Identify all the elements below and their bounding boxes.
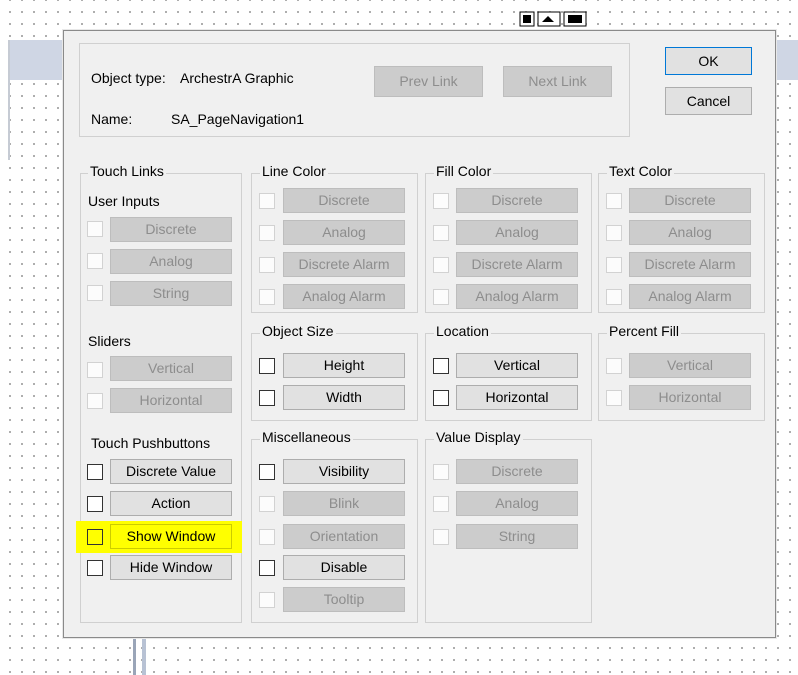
sliders-vertical-checkbox[interactable] xyxy=(87,362,103,378)
fill-color-discrete-alarm-checkbox[interactable] xyxy=(433,257,449,273)
toolbar-icons[interactable] xyxy=(518,8,598,30)
orientation-checkbox[interactable] xyxy=(259,529,275,545)
text-color-discrete-alarm-checkbox[interactable] xyxy=(606,257,622,273)
line-color-analog-button[interactable]: Analog xyxy=(283,220,405,245)
user-inputs-string-button[interactable]: String xyxy=(110,281,232,306)
sliders-vertical-button[interactable]: Vertical xyxy=(110,356,232,381)
location-horizontal-checkbox[interactable] xyxy=(433,390,449,406)
location-horizontal-button[interactable]: Horizontal xyxy=(456,385,578,410)
percent-fill-horizontal-checkbox[interactable] xyxy=(606,390,622,406)
line-color-discrete-button[interactable]: Discrete xyxy=(283,188,405,213)
user-inputs-title: User Inputs xyxy=(88,193,160,209)
touch-links-title: Touch Links xyxy=(88,162,166,180)
discrete-value-checkbox[interactable] xyxy=(87,464,103,480)
visibility-checkbox[interactable] xyxy=(259,464,275,480)
disable-checkbox[interactable] xyxy=(259,560,275,576)
line-color-analog-alarm-button[interactable]: Analog Alarm xyxy=(283,284,405,309)
show-window-button[interactable]: Show Window xyxy=(110,524,232,549)
tooltip-button[interactable]: Tooltip xyxy=(283,587,405,612)
canvas-vertical-guide-2 xyxy=(142,636,146,675)
text-color-analog-alarm-checkbox[interactable] xyxy=(606,289,622,305)
miscellaneous-title: Miscellaneous xyxy=(260,428,353,446)
touch-pushbuttons-title: Touch Pushbuttons xyxy=(91,435,211,451)
value-display-analog-checkbox[interactable] xyxy=(433,496,449,512)
user-inputs-analog-checkbox[interactable] xyxy=(87,253,103,269)
ok-button[interactable]: OK xyxy=(665,47,752,75)
object-size-title: Object Size xyxy=(260,322,336,340)
user-inputs-string-checkbox[interactable] xyxy=(87,285,103,301)
text-color-discrete-checkbox[interactable] xyxy=(606,193,622,209)
blink-checkbox[interactable] xyxy=(259,496,275,512)
fill-color-analog-alarm-checkbox[interactable] xyxy=(433,289,449,305)
hide-window-button[interactable]: Hide Window xyxy=(110,555,232,580)
width-checkbox[interactable] xyxy=(259,390,275,406)
text-color-title: Text Color xyxy=(607,162,675,180)
percent-fill-horizontal-button[interactable]: Horizontal xyxy=(629,385,751,410)
user-inputs-analog-button[interactable]: Analog xyxy=(110,249,232,274)
blink-button[interactable]: Blink xyxy=(283,491,405,516)
value-display-string-checkbox[interactable] xyxy=(433,529,449,545)
location-title: Location xyxy=(434,322,491,340)
value-display-string-button[interactable]: String xyxy=(456,524,578,549)
next-link-button[interactable]: Next Link xyxy=(503,66,612,97)
fill-color-title: Fill Color xyxy=(434,162,494,180)
text-color-analog-alarm-button[interactable]: Analog Alarm xyxy=(629,284,751,309)
prev-link-button[interactable]: Prev Link xyxy=(374,66,483,97)
fill-color-analog-button[interactable]: Analog xyxy=(456,220,578,245)
object-type-value: ArchestrA Graphic xyxy=(180,70,294,86)
line-color-discrete-alarm-checkbox[interactable] xyxy=(259,257,275,273)
fill-color-discrete-alarm-button[interactable]: Discrete Alarm xyxy=(456,252,578,277)
sliders-horizontal-button[interactable]: Horizontal xyxy=(110,388,232,413)
user-inputs-discrete-checkbox[interactable] xyxy=(87,221,103,237)
discrete-value-button[interactable]: Discrete Value xyxy=(110,459,232,484)
object-type-label: Object type: xyxy=(91,70,166,86)
line-color-discrete-alarm-button[interactable]: Discrete Alarm xyxy=(283,252,405,277)
location-vertical-button[interactable]: Vertical xyxy=(456,353,578,378)
location-vertical-checkbox[interactable] xyxy=(433,358,449,374)
disable-button[interactable]: Disable xyxy=(283,555,405,580)
name-label: Name: xyxy=(91,111,133,127)
orientation-button[interactable]: Orientation xyxy=(283,524,405,549)
text-color-discrete-alarm-button[interactable]: Discrete Alarm xyxy=(629,252,751,277)
line-color-discrete-checkbox[interactable] xyxy=(259,193,275,209)
hide-window-checkbox[interactable] xyxy=(87,560,103,576)
value-display-discrete-checkbox[interactable] xyxy=(433,464,449,480)
visibility-button[interactable]: Visibility xyxy=(283,459,405,484)
fill-color-discrete-button[interactable]: Discrete xyxy=(456,188,578,213)
height-checkbox[interactable] xyxy=(259,358,275,374)
percent-fill-vertical-checkbox[interactable] xyxy=(606,358,622,374)
tooltip-checkbox[interactable] xyxy=(259,592,275,608)
action-button[interactable]: Action xyxy=(110,491,232,516)
cancel-button[interactable]: Cancel xyxy=(665,87,752,115)
canvas-selection-bar xyxy=(8,40,64,80)
text-color-analog-button[interactable]: Analog xyxy=(629,220,751,245)
fill-color-analog-alarm-button[interactable]: Analog Alarm xyxy=(456,284,578,309)
value-display-discrete-button[interactable]: Discrete xyxy=(456,459,578,484)
canvas-left-edge xyxy=(8,40,10,160)
name-value: SA_PageNavigation1 xyxy=(171,111,305,127)
percent-fill-vertical-button[interactable]: Vertical xyxy=(629,353,751,378)
line-color-title: Line Color xyxy=(260,162,328,180)
value-display-analog-button[interactable]: Analog xyxy=(456,491,578,516)
line-color-analog-checkbox[interactable] xyxy=(259,225,275,241)
canvas-selection-bar-right xyxy=(775,40,798,80)
text-color-discrete-button[interactable]: Discrete xyxy=(629,188,751,213)
sliders-horizontal-checkbox[interactable] xyxy=(87,393,103,409)
value-display-title: Value Display xyxy=(434,428,523,446)
fill-color-discrete-checkbox[interactable] xyxy=(433,193,449,209)
show-window-checkbox[interactable] xyxy=(87,529,103,545)
canvas-vertical-guide xyxy=(133,636,136,675)
height-button[interactable]: Height xyxy=(283,353,405,378)
action-checkbox[interactable] xyxy=(87,496,103,512)
animation-links-dialog: Object type: ArchestrA Graphic Name: SA_… xyxy=(63,30,776,638)
sliders-title: Sliders xyxy=(88,333,131,349)
user-inputs-discrete-button[interactable]: Discrete xyxy=(110,217,232,242)
fill-color-analog-checkbox[interactable] xyxy=(433,225,449,241)
text-color-analog-checkbox[interactable] xyxy=(606,225,622,241)
width-button[interactable]: Width xyxy=(283,385,405,410)
percent-fill-title: Percent Fill xyxy=(607,322,682,340)
line-color-analog-alarm-checkbox[interactable] xyxy=(259,289,275,305)
